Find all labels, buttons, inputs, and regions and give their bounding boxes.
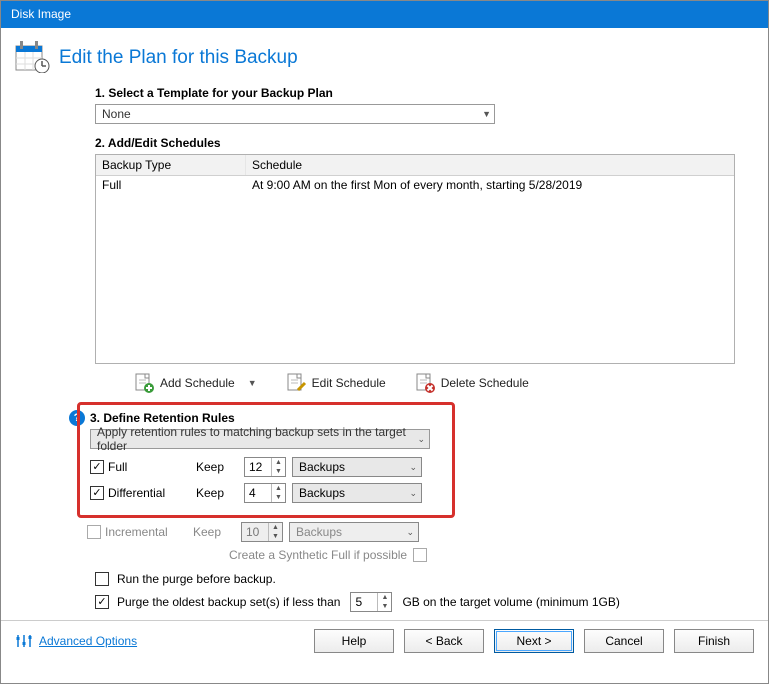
row-schedule: At 9:00 AM on the first Mon of every mon…: [246, 176, 734, 194]
purge-oldest-row: ✓ Purge the oldest backup set(s) if less…: [95, 592, 754, 612]
chevron-down-icon[interactable]: ▼: [248, 378, 257, 388]
chevron-down-icon: ⌄: [417, 434, 425, 445]
incremental-unit-select: Backups ⌄: [289, 522, 419, 542]
spin-down-icon: ▼: [269, 532, 282, 541]
spin-up-icon[interactable]: ▲: [378, 593, 391, 602]
section1-label: 1. Select a Template for your Backup Pla…: [95, 86, 754, 100]
retention-row-full: ✓ Full Keep 12 ▲▼ Backups ⌄: [90, 457, 444, 477]
keep-label: Keep: [193, 525, 241, 539]
spin-down-icon[interactable]: ▼: [272, 467, 285, 476]
full-keep-value: 12: [245, 458, 271, 476]
template-select[interactable]: None ▼: [95, 104, 495, 124]
incremental-unit-value: Backups: [296, 525, 342, 539]
differential-keep-spinner[interactable]: 4 ▲▼: [244, 483, 286, 503]
synthetic-full-label: Create a Synthetic Full if possible: [229, 548, 407, 562]
chevron-down-icon: ⌄: [409, 462, 417, 473]
retention-highlight: 3. Define Retention Rules Apply retentio…: [77, 402, 455, 518]
cancel-button[interactable]: Cancel: [584, 629, 664, 653]
calendar-edit-icon: [15, 40, 51, 76]
purge-oldest-suffix: GB on the target volume (minimum 1GB): [402, 595, 619, 609]
full-keep-spinner[interactable]: 12 ▲▼: [244, 457, 286, 477]
run-before-label: Run the purge before backup.: [117, 572, 276, 586]
chevron-down-icon: ⌄: [406, 527, 414, 538]
purge-oldest-checkbox[interactable]: ✓: [95, 595, 109, 609]
spin-up-icon[interactable]: ▲: [272, 458, 285, 467]
delete-schedule-button[interactable]: Delete Schedule: [414, 372, 529, 394]
col-backup-type: Backup Type: [96, 155, 246, 175]
help-button[interactable]: Help: [314, 629, 394, 653]
row-type: Full: [96, 176, 246, 194]
schedule-grid[interactable]: Backup Type Schedule Full At 9:00 AM on …: [95, 154, 735, 364]
differential-keep-value: 4: [245, 484, 271, 502]
incremental-checkbox[interactable]: [87, 525, 101, 539]
full-label: Full: [108, 460, 196, 474]
template-value: None: [102, 107, 131, 121]
purge-oldest-prefix: Purge the oldest backup set(s) if less t…: [117, 595, 340, 609]
retention-row-incremental: Incremental Keep 10 ▲▼ Backups ⌄: [87, 522, 754, 542]
differential-label: Differential: [108, 486, 196, 500]
advanced-options-label: Advanced Options: [39, 634, 137, 648]
keep-label: Keep: [196, 460, 244, 474]
document-add-icon: [133, 372, 155, 394]
incremental-keep-spinner: 10 ▲▼: [241, 522, 283, 542]
keep-label: Keep: [196, 486, 244, 500]
window-title: Disk Image: [1, 1, 768, 28]
retention-scope-value: Apply retention rules to matching backup…: [97, 425, 417, 453]
spin-up-icon[interactable]: ▲: [272, 484, 285, 493]
spin-up-icon: ▲: [269, 523, 282, 532]
differential-checkbox[interactable]: ✓: [90, 486, 104, 500]
differential-unit-select[interactable]: Backups ⌄: [292, 483, 422, 503]
incremental-label: Incremental: [105, 525, 193, 539]
spin-down-icon[interactable]: ▼: [272, 493, 285, 502]
chevron-down-icon: ⌄: [409, 488, 417, 499]
run-before-row: Run the purge before backup.: [95, 572, 754, 586]
page-title: Edit the Plan for this Backup: [59, 47, 298, 69]
retention-scope-select[interactable]: Apply retention rules to matching backup…: [90, 429, 430, 449]
edit-schedule-label: Edit Schedule: [312, 376, 386, 390]
add-schedule-label: Add Schedule: [160, 376, 235, 390]
add-schedule-button[interactable]: Add Schedule ▼: [133, 372, 257, 394]
advanced-options-link[interactable]: Advanced Options: [15, 632, 137, 650]
synthetic-full-row: Create a Synthetic Full if possible: [229, 548, 754, 562]
full-unit-select[interactable]: Backups ⌄: [292, 457, 422, 477]
chevron-down-icon: ▼: [482, 109, 491, 119]
section3-label: 3. Define Retention Rules: [90, 411, 444, 425]
finish-button[interactable]: Finish: [674, 629, 754, 653]
col-schedule: Schedule: [246, 155, 734, 175]
differential-unit-value: Backups: [299, 486, 345, 500]
run-before-checkbox[interactable]: [95, 572, 109, 586]
document-edit-icon: [285, 372, 307, 394]
back-button[interactable]: < Back: [404, 629, 484, 653]
full-checkbox[interactable]: ✓: [90, 460, 104, 474]
sliders-icon: [15, 632, 33, 650]
delete-schedule-label: Delete Schedule: [441, 376, 529, 390]
incremental-keep-value: 10: [242, 523, 268, 541]
synthetic-full-checkbox: [413, 548, 427, 562]
full-unit-value: Backups: [299, 460, 345, 474]
schedule-row[interactable]: Full At 9:00 AM on the first Mon of ever…: [96, 176, 734, 194]
section2-label: 2. Add/Edit Schedules: [95, 136, 754, 150]
spin-down-icon[interactable]: ▼: [378, 602, 391, 611]
purge-gb-spinner[interactable]: 5 ▲▼: [350, 592, 392, 612]
retention-row-differential: ✓ Differential Keep 4 ▲▼ Backups ⌄: [90, 483, 444, 503]
next-button[interactable]: Next >: [494, 629, 574, 653]
edit-schedule-button[interactable]: Edit Schedule: [285, 372, 386, 394]
document-delete-icon: [414, 372, 436, 394]
purge-gb-value: 5: [351, 593, 377, 611]
